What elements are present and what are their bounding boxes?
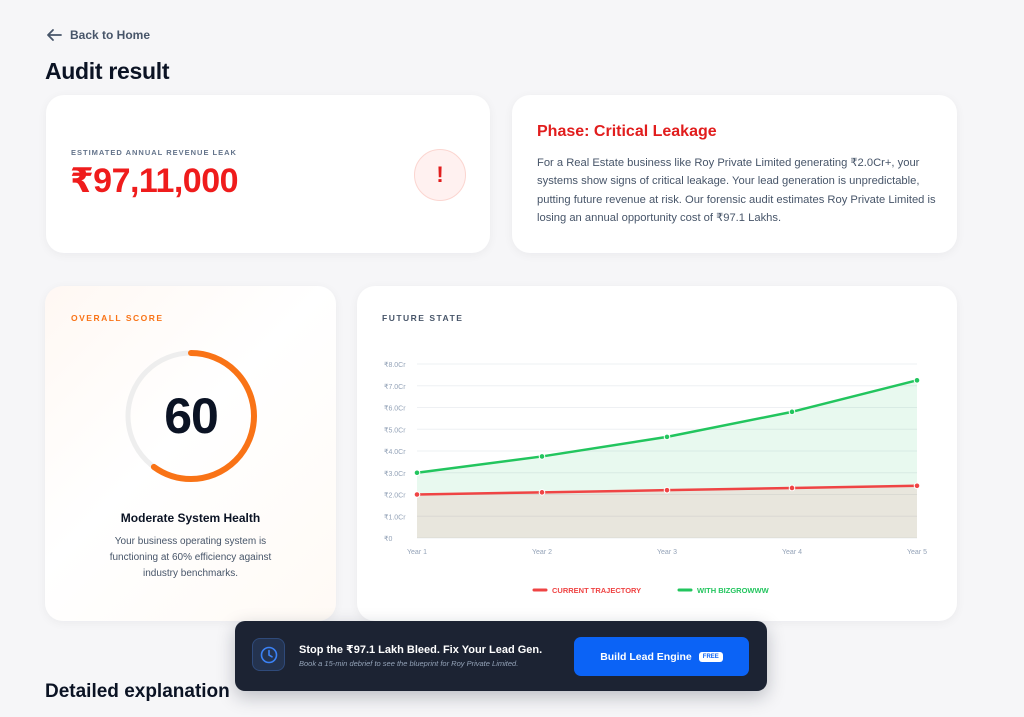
- x-tick-label: Year 1: [407, 549, 427, 556]
- data-point: [913, 482, 921, 490]
- detailed-explanation-heading: Detailed explanation: [45, 681, 230, 702]
- revenue-leak-value: ₹97,11,000: [70, 162, 239, 200]
- data-point: [413, 491, 421, 498]
- page-title: Audit result: [45, 58, 170, 84]
- y-tick-label: ₹2.0Cr: [384, 492, 406, 500]
- revenue-leak-card: ESTIMATED ANNUAL REVENUE LEAK ₹97,11,000…: [46, 95, 490, 253]
- phase-description: For a Real Estate business like Roy Priv…: [537, 157, 936, 224]
- data-point: [663, 486, 671, 494]
- y-tick-label: ₹8.0Cr: [384, 361, 406, 369]
- data-point: [538, 453, 546, 460]
- y-tick-label: ₹3.0Cr: [384, 470, 406, 478]
- x-tick-label: Year 5: [907, 549, 927, 556]
- arrow-left-icon: [46, 28, 62, 42]
- exclamation-icon: !: [414, 149, 466, 201]
- future-state-chart: ₹0 ₹1.0Cr ₹2.0Cr ₹3.0Cr ₹4.0Cr ₹5.0Cr ₹6.0Cr ₹7…: [384, 361, 927, 595]
- score-value: 60: [164, 388, 219, 444]
- y-tick-label: ₹4.0Cr: [384, 448, 406, 456]
- data-point: [788, 408, 796, 416]
- future-state-card: FUTURE STATE ₹0 ₹1.0Cr ₹2.0Cr ₹3.0Cr ₹4.0Cr ₹…: [357, 286, 957, 621]
- x-tick-label: Year 3: [657, 549, 677, 556]
- free-badge: FREE: [698, 651, 723, 662]
- clock-icon: [252, 638, 285, 671]
- data-point: [913, 377, 921, 384]
- y-tick-label: ₹1.0Cr: [384, 513, 406, 521]
- legend-label: WITH BIZGROWWW: [697, 586, 770, 595]
- legend-label: CURRENT TRAJECTORY: [552, 586, 641, 595]
- cta-subtitle: Book a 15-min debrief to see the bluepri…: [299, 659, 519, 668]
- overall-score-label: OVERALL SCORE: [71, 313, 164, 323]
- cta-title: Stop the ₹97.1 Lakh Bleed. Fix Your Lead…: [299, 644, 543, 656]
- y-tick-label: ₹7.0Cr: [384, 383, 406, 391]
- x-tick-label: Year 2: [532, 549, 552, 556]
- overall-score-card: OVERALL SCORE 60 Moderate System Health …: [45, 286, 336, 621]
- build-lead-engine-button[interactable]: Build Lead Engine FREE: [574, 637, 749, 676]
- health-description: Your business operating system is functi…: [109, 536, 272, 579]
- back-to-home-link[interactable]: Back to Home: [46, 28, 150, 42]
- phase-card: Phase: Critical Leakage For a Real Estat…: [512, 95, 957, 253]
- y-tick-label: ₹0: [384, 535, 392, 543]
- back-link-label: Back to Home: [70, 28, 151, 42]
- data-point: [788, 484, 796, 492]
- data-point: [663, 433, 671, 441]
- y-tick-label: ₹6.0Cr: [384, 405, 406, 413]
- data-point: [413, 469, 421, 477]
- x-tick-label: Year 4: [782, 549, 802, 556]
- cta-banner: Stop the ₹97.1 Lakh Bleed. Fix Your Lead…: [235, 621, 767, 691]
- y-tick-label: ₹5.0Cr: [384, 426, 406, 434]
- phase-title: Phase: Critical Leakage: [537, 123, 717, 140]
- data-point: [538, 489, 546, 496]
- health-title: Moderate System Health: [120, 511, 261, 525]
- revenue-leak-label: ESTIMATED ANNUAL REVENUE LEAK: [71, 148, 237, 157]
- build-lead-engine-label: Build Lead Engine: [600, 650, 692, 663]
